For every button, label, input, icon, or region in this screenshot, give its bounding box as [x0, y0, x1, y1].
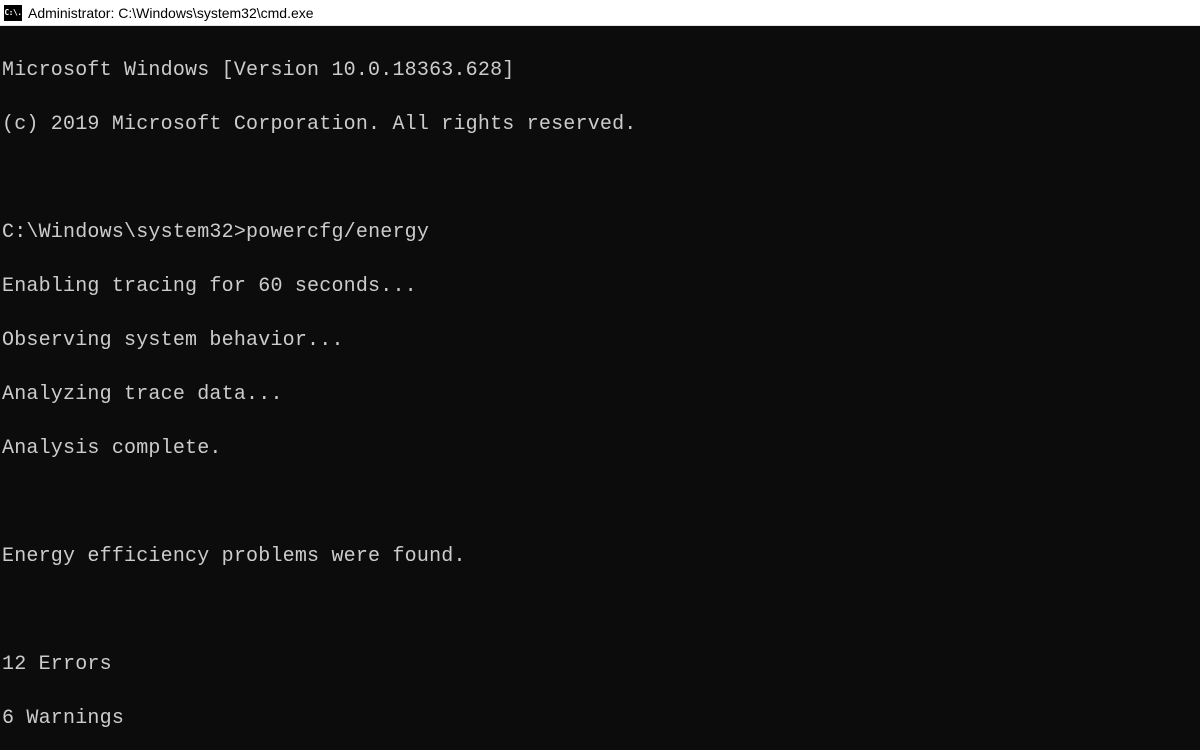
terminal-output[interactable]: Microsoft Windows [Version 10.0.18363.62…	[0, 26, 1200, 750]
blank	[2, 165, 1198, 192]
output-summary: Energy efficiency problems were found.	[2, 543, 1198, 570]
output-warnings: 6 Warnings	[2, 705, 1198, 732]
banner-version: Microsoft Windows [Version 10.0.18363.62…	[2, 57, 1198, 84]
command: powercfg/energy	[246, 219, 429, 246]
titlebar[interactable]: C:\. Administrator: C:\Windows\system32\…	[0, 0, 1200, 26]
output-line: Enabling tracing for 60 seconds...	[2, 273, 1198, 300]
window-title: Administrator: C:\Windows\system32\cmd.e…	[28, 5, 314, 21]
banner-copyright: (c) 2019 Microsoft Corporation. All righ…	[2, 111, 1198, 138]
blank	[2, 489, 1198, 516]
command-line-1: C:\Windows\system32>powercfg/energy	[2, 219, 1198, 246]
cmd-icon: C:\.	[4, 5, 22, 21]
output-line: Observing system behavior...	[2, 327, 1198, 354]
output-line: Analysis complete.	[2, 435, 1198, 462]
prompt: C:\Windows\system32>	[2, 219, 246, 246]
output-errors: 12 Errors	[2, 651, 1198, 678]
blank	[2, 597, 1198, 624]
output-line: Analyzing trace data...	[2, 381, 1198, 408]
